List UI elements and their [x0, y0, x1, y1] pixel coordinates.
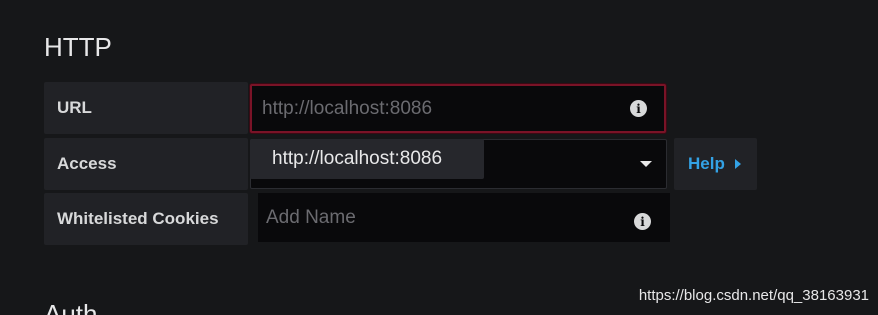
caret-right-icon [734, 159, 741, 169]
help-button-label: Help [688, 154, 725, 173]
help-button[interactable]: Help [674, 138, 757, 190]
section-title-auth: Auth [44, 299, 98, 315]
cookies-field[interactable]: i [258, 193, 670, 242]
info-icon[interactable]: i [634, 213, 651, 230]
access-label: Access [44, 138, 248, 190]
datasource-settings-page: HTTP URL i Access http://localhost:8086 … [0, 0, 878, 315]
chevron-down-icon[interactable] [640, 161, 652, 167]
info-icon[interactable]: i [630, 100, 647, 117]
url-label: URL [44, 82, 248, 134]
url-field[interactable]: i [250, 84, 666, 133]
url-input[interactable] [262, 97, 664, 120]
whitelisted-cookies-label: Whitelisted Cookies [44, 193, 248, 245]
section-title-http: HTTP [44, 32, 112, 62]
access-dropdown-option[interactable]: http://localhost:8086 [250, 139, 484, 179]
watermark-text: https://blog.csdn.net/qq_38163931 [638, 287, 869, 304]
cookies-input[interactable] [266, 206, 670, 229]
